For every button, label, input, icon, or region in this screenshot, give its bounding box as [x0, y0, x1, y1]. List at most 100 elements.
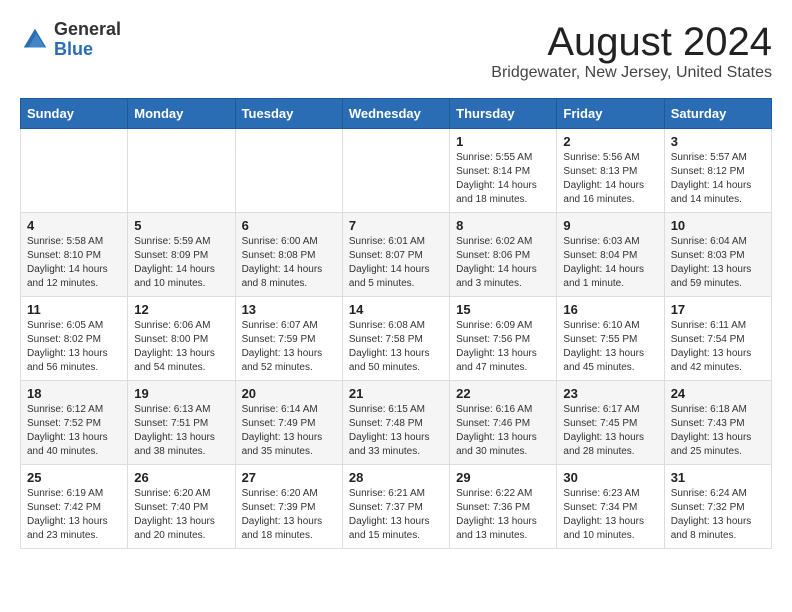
day-info: Sunrise: 6:21 AM Sunset: 7:37 PM Dayligh…: [349, 487, 443, 543]
calendar-cell: 15Sunrise: 6:09 AM Sunset: 7:56 PM Dayli…: [450, 297, 557, 381]
day-number: 3: [671, 134, 765, 149]
day-info: Sunrise: 5:59 AM Sunset: 8:09 PM Dayligh…: [134, 235, 228, 291]
calendar-cell: 31 Sunrise: 6:24 AM Sunset: 7:32 PM Dayli…: [664, 465, 771, 549]
main-title: August 2024: [491, 20, 772, 64]
logo-general-text: General: [54, 20, 121, 40]
calendar-cell: [235, 129, 342, 213]
day-number: 31: [671, 470, 765, 485]
calendar-table: SundayMondayTuesdayWednesdayThursdayFrid…: [20, 98, 772, 549]
day-info: Sunrise: 6:23 AM Sunset: 7:34 PM Dayligh…: [563, 487, 657, 543]
calendar-cell: 21 Sunrise: 6:15 AM Sunset: 7:48 PM Dayli…: [342, 381, 449, 465]
calendar-cell: 1Sunrise: 5:55 AM Sunset: 8:14 PM Daylig…: [450, 129, 557, 213]
calendar-cell: 17 Sunrise: 6:11 AM Sunset: 7:54 PM Dayli…: [664, 297, 771, 381]
day-info: Sunrise: 6:10 AM Sunset: 7:55 PM Dayligh…: [563, 319, 657, 375]
calendar-cell: 11 Sunrise: 6:05 AM Sunset: 8:02 PM Dayli…: [21, 297, 128, 381]
day-number: 6: [242, 218, 336, 233]
day-info: Sunrise: 6:20 AM Sunset: 7:39 PM Dayligh…: [242, 487, 336, 543]
day-info: Sunrise: 6:20 AM Sunset: 7:40 PM Dayligh…: [134, 487, 228, 543]
calendar-cell: 8Sunrise: 6:02 AM Sunset: 8:06 PM Daylig…: [450, 213, 557, 297]
day-number: 8: [456, 218, 550, 233]
logo: General Blue: [20, 20, 121, 60]
page-header: General Blue August 2024 Bridgewater, Ne…: [20, 20, 772, 82]
day-of-week-sunday: Sunday: [21, 99, 128, 129]
day-of-week-saturday: Saturday: [664, 99, 771, 129]
day-of-week-friday: Friday: [557, 99, 664, 129]
calendar-cell: 5 Sunrise: 5:59 AM Sunset: 8:09 PM Daylig…: [128, 213, 235, 297]
day-info: Sunrise: 6:24 AM Sunset: 7:32 PM Dayligh…: [671, 487, 765, 543]
week-row-3: 11 Sunrise: 6:05 AM Sunset: 8:02 PM Dayli…: [21, 297, 772, 381]
day-number: 21: [349, 386, 443, 401]
calendar-cell: 29Sunrise: 6:22 AM Sunset: 7:36 PM Dayli…: [450, 465, 557, 549]
day-info: Sunrise: 6:07 AM Sunset: 7:59 PM Dayligh…: [242, 319, 336, 375]
day-info: Sunrise: 6:03 AM Sunset: 8:04 PM Dayligh…: [563, 235, 657, 291]
calendar-cell: 13 Sunrise: 6:07 AM Sunset: 7:59 PM Dayli…: [235, 297, 342, 381]
day-number: 19: [134, 386, 228, 401]
day-number: 2: [563, 134, 657, 149]
calendar-cell: 7 Sunrise: 6:01 AM Sunset: 8:07 PM Daylig…: [342, 213, 449, 297]
calendar-cell: 16 Sunrise: 6:10 AM Sunset: 7:55 PM Dayli…: [557, 297, 664, 381]
calendar-cell: 30 Sunrise: 6:23 AM Sunset: 7:34 PM Dayli…: [557, 465, 664, 549]
day-of-week-tuesday: Tuesday: [235, 99, 342, 129]
day-number: 10: [671, 218, 765, 233]
calendar-cell: 27 Sunrise: 6:20 AM Sunset: 7:39 PM Dayli…: [235, 465, 342, 549]
day-number: 16: [563, 302, 657, 317]
day-of-week-monday: Monday: [128, 99, 235, 129]
day-number: 12: [134, 302, 228, 317]
calendar-cell: 14 Sunrise: 6:08 AM Sunset: 7:58 PM Dayli…: [342, 297, 449, 381]
day-number: 15: [456, 302, 550, 317]
day-info: Sunrise: 6:17 AM Sunset: 7:45 PM Dayligh…: [563, 403, 657, 459]
week-row-5: 25 Sunrise: 6:19 AM Sunset: 7:42 PM Dayli…: [21, 465, 772, 549]
day-info: Sunrise: 6:12 AM Sunset: 7:52 PM Dayligh…: [27, 403, 121, 459]
day-of-week-thursday: Thursday: [450, 99, 557, 129]
day-info: Sunrise: 6:01 AM Sunset: 8:07 PM Dayligh…: [349, 235, 443, 291]
day-info: Sunrise: 6:05 AM Sunset: 8:02 PM Dayligh…: [27, 319, 121, 375]
calendar-cell: 24 Sunrise: 6:18 AM Sunset: 7:43 PM Dayli…: [664, 381, 771, 465]
day-number: 25: [27, 470, 121, 485]
calendar-cell: [342, 129, 449, 213]
day-number: 26: [134, 470, 228, 485]
day-info: Sunrise: 5:57 AM Sunset: 8:12 PM Dayligh…: [671, 151, 765, 207]
calendar-cell: [128, 129, 235, 213]
day-info: Sunrise: 6:11 AM Sunset: 7:54 PM Dayligh…: [671, 319, 765, 375]
day-info: Sunrise: 6:19 AM Sunset: 7:42 PM Dayligh…: [27, 487, 121, 543]
day-number: 27: [242, 470, 336, 485]
day-number: 30: [563, 470, 657, 485]
day-number: 9: [563, 218, 657, 233]
day-number: 17: [671, 302, 765, 317]
day-number: 4: [27, 218, 121, 233]
calendar-cell: 20Sunrise: 6:14 AM Sunset: 7:49 PM Dayli…: [235, 381, 342, 465]
day-info: Sunrise: 6:18 AM Sunset: 7:43 PM Dayligh…: [671, 403, 765, 459]
day-number: 13: [242, 302, 336, 317]
calendar-cell: 26 Sunrise: 6:20 AM Sunset: 7:40 PM Dayli…: [128, 465, 235, 549]
week-row-2: 4 Sunrise: 5:58 AM Sunset: 8:10 PM Daylig…: [21, 213, 772, 297]
day-number: 11: [27, 302, 121, 317]
day-number: 18: [27, 386, 121, 401]
day-of-week-wednesday: Wednesday: [342, 99, 449, 129]
calendar-cell: 12Sunrise: 6:06 AM Sunset: 8:00 PM Dayli…: [128, 297, 235, 381]
day-number: 7: [349, 218, 443, 233]
calendar-cell: [21, 129, 128, 213]
title-section: August 2024 Bridgewater, New Jersey, Uni…: [491, 20, 772, 82]
day-number: 14: [349, 302, 443, 317]
calendar-cell: 22 Sunrise: 6:16 AM Sunset: 7:46 PM Dayli…: [450, 381, 557, 465]
day-info: Sunrise: 6:08 AM Sunset: 7:58 PM Dayligh…: [349, 319, 443, 375]
day-number: 1: [456, 134, 550, 149]
day-info: Sunrise: 5:58 AM Sunset: 8:10 PM Dayligh…: [27, 235, 121, 291]
day-number: 29: [456, 470, 550, 485]
logo-icon: [20, 25, 50, 55]
day-info: Sunrise: 6:04 AM Sunset: 8:03 PM Dayligh…: [671, 235, 765, 291]
calendar-cell: 19Sunrise: 6:13 AM Sunset: 7:51 PM Dayli…: [128, 381, 235, 465]
calendar-cell: 4 Sunrise: 5:58 AM Sunset: 8:10 PM Daylig…: [21, 213, 128, 297]
week-row-1: 1Sunrise: 5:55 AM Sunset: 8:14 PM Daylig…: [21, 129, 772, 213]
calendar-cell: 28 Sunrise: 6:21 AM Sunset: 7:37 PM Dayli…: [342, 465, 449, 549]
calendar-cell: 6Sunrise: 6:00 AM Sunset: 8:08 PM Daylig…: [235, 213, 342, 297]
day-number: 5: [134, 218, 228, 233]
calendar-cell: 18 Sunrise: 6:12 AM Sunset: 7:52 PM Dayli…: [21, 381, 128, 465]
day-number: 24: [671, 386, 765, 401]
calendar-cell: 23Sunrise: 6:17 AM Sunset: 7:45 PM Dayli…: [557, 381, 664, 465]
day-number: 28: [349, 470, 443, 485]
day-info: Sunrise: 6:16 AM Sunset: 7:46 PM Dayligh…: [456, 403, 550, 459]
day-info: Sunrise: 5:56 AM Sunset: 8:13 PM Dayligh…: [563, 151, 657, 207]
day-info: Sunrise: 6:15 AM Sunset: 7:48 PM Dayligh…: [349, 403, 443, 459]
day-number: 22: [456, 386, 550, 401]
